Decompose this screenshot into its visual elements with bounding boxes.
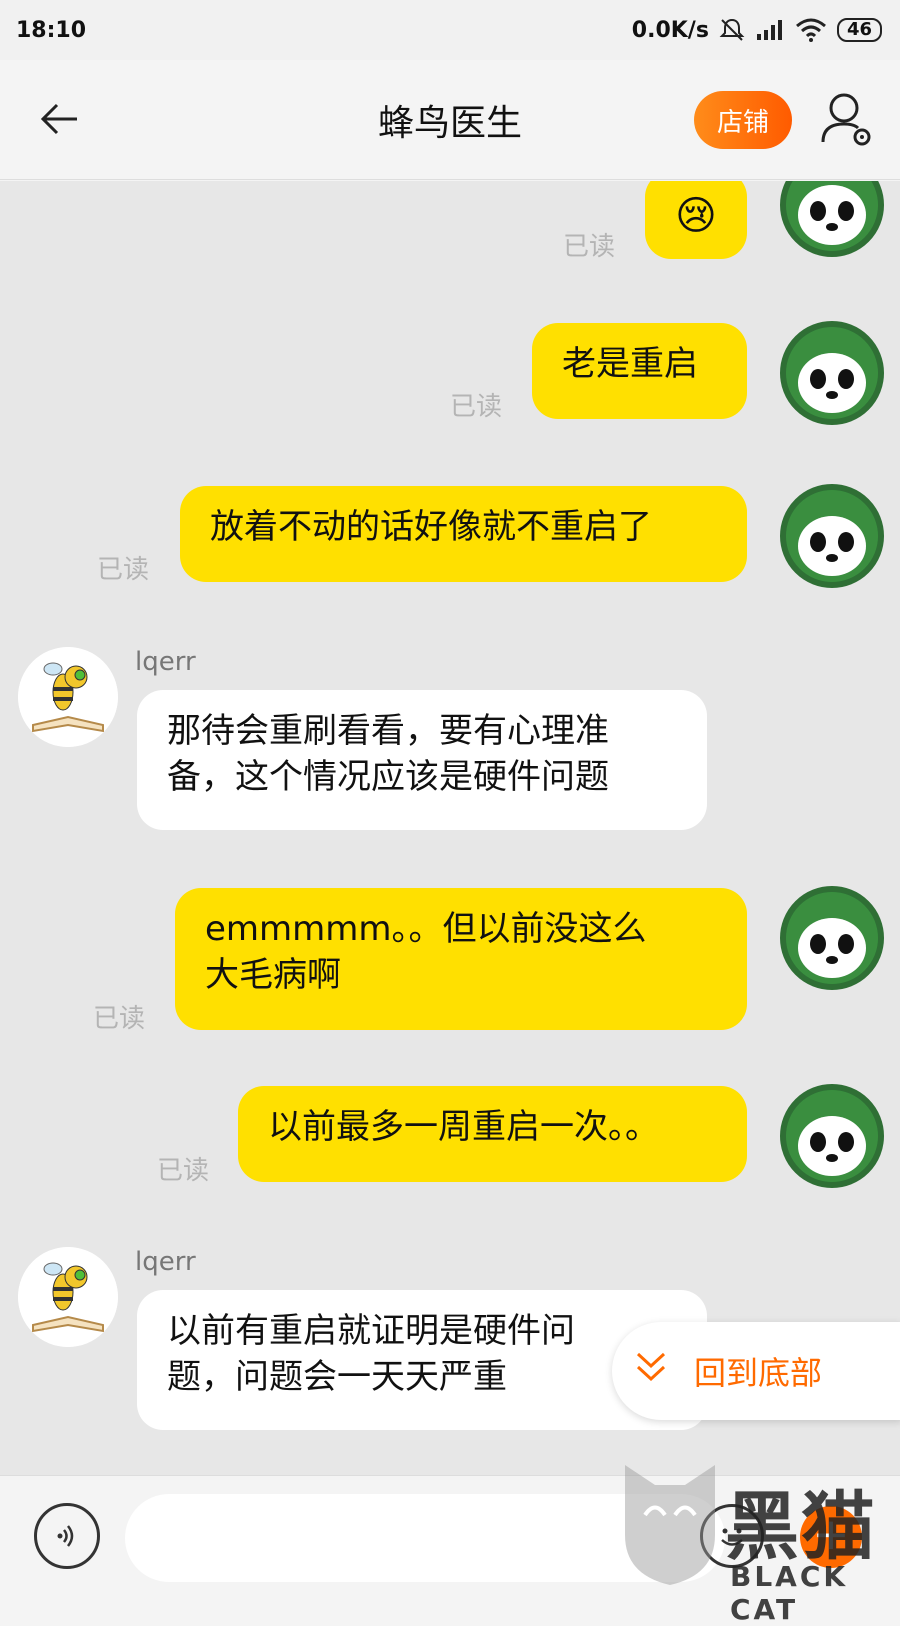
message-bubble[interactable]: 放着不动的话好像就不重启了 [180, 486, 747, 582]
message-text: 大毛病啊 [205, 955, 341, 995]
message-text: 那待会重刷看看，要有心理准 [167, 711, 609, 751]
read-status: 已读 [157, 1156, 210, 1186]
message-row: 已读 放着不动的话好像就不重启了 [0, 484, 900, 594]
message-row: lqerr 那待会重刷看看，要有心理准 备，这个情况应该是硬件问题 [0, 647, 900, 837]
message-text: 老是重启 [562, 344, 698, 384]
message-bubble[interactable]: emmmmm。。但以前没这么 大毛病啊 [175, 888, 747, 1030]
message-text: 以前有重启就证明是硬件问 [167, 1311, 575, 1351]
read-status: 已读 [563, 232, 616, 262]
back-to-bottom-label: 回到底部 [694, 1354, 823, 1392]
input-bar: + [0, 1475, 900, 1600]
my-avatar[interactable] [780, 886, 884, 990]
chat-message-list[interactable]: 已读 😢 已读 老是重启 已读 放着不动的话好像就不重启了 lqerr 那待会重… [0, 181, 900, 1475]
message-text: 放着不动的话好像就不重启了 [210, 507, 652, 547]
mute-icon [719, 17, 745, 43]
user-settings-icon[interactable] [820, 90, 876, 150]
message-row: 已读 😢 [0, 181, 900, 271]
read-status: 已读 [93, 1004, 146, 1034]
message-bubble[interactable]: 那待会重刷看看，要有心理准 备，这个情况应该是硬件问题 [137, 690, 707, 830]
read-status: 已读 [97, 555, 150, 585]
back-arrow-icon[interactable] [34, 94, 84, 144]
wifi-icon [795, 17, 827, 43]
contact-name: lqerr [135, 1247, 196, 1277]
battery-icon: 46 [836, 18, 882, 42]
shop-button[interactable]: 店铺 [694, 91, 792, 149]
status-bar: 18:10 0.0K/s 46 [0, 0, 900, 60]
contact-avatar[interactable] [18, 1247, 118, 1347]
network-speed: 0.0K/s [631, 17, 709, 43]
read-status: 已读 [450, 392, 503, 422]
message-row: 已读 老是重启 [0, 321, 900, 431]
voice-icon[interactable] [34, 1503, 100, 1569]
message-text: 题，问题会一天天严重 [167, 1357, 507, 1397]
message-bubble[interactable]: 以前最多一周重启一次。。 [238, 1086, 747, 1182]
signal-icon [755, 18, 785, 42]
emoji-message[interactable]: 😢 [645, 181, 747, 259]
message-row: 已读 emmmmm。。但以前没这么 大毛病啊 [0, 886, 900, 1036]
my-avatar[interactable] [780, 321, 884, 425]
chat-header: 蜂鸟医生 店铺 [0, 60, 900, 180]
back-to-bottom-button[interactable]: 回到底部 [612, 1322, 900, 1420]
message-text: emmmmm。。但以前没这么 [205, 909, 647, 949]
my-avatar[interactable] [780, 181, 884, 257]
page-title: 蜂鸟医生 [377, 102, 522, 144]
double-chevron-down-icon [634, 1350, 668, 1392]
message-text: 备，这个情况应该是硬件问题 [167, 757, 609, 797]
plus-icon[interactable]: + [800, 1506, 862, 1568]
emoji-icon[interactable] [700, 1504, 764, 1568]
contact-name: lqerr [135, 647, 196, 677]
message-input[interactable] [125, 1494, 725, 1582]
message-row: 已读 以前最多一周重启一次。。 [0, 1084, 900, 1194]
status-time: 18:10 [16, 17, 87, 43]
message-bubble[interactable]: 老是重启 [532, 323, 747, 419]
status-indicators: 0.0K/s 46 [632, 17, 882, 43]
my-avatar[interactable] [780, 1084, 884, 1188]
contact-avatar[interactable] [18, 647, 118, 747]
message-text: 以前最多一周重启一次。。 [268, 1107, 659, 1147]
my-avatar[interactable] [780, 484, 884, 588]
